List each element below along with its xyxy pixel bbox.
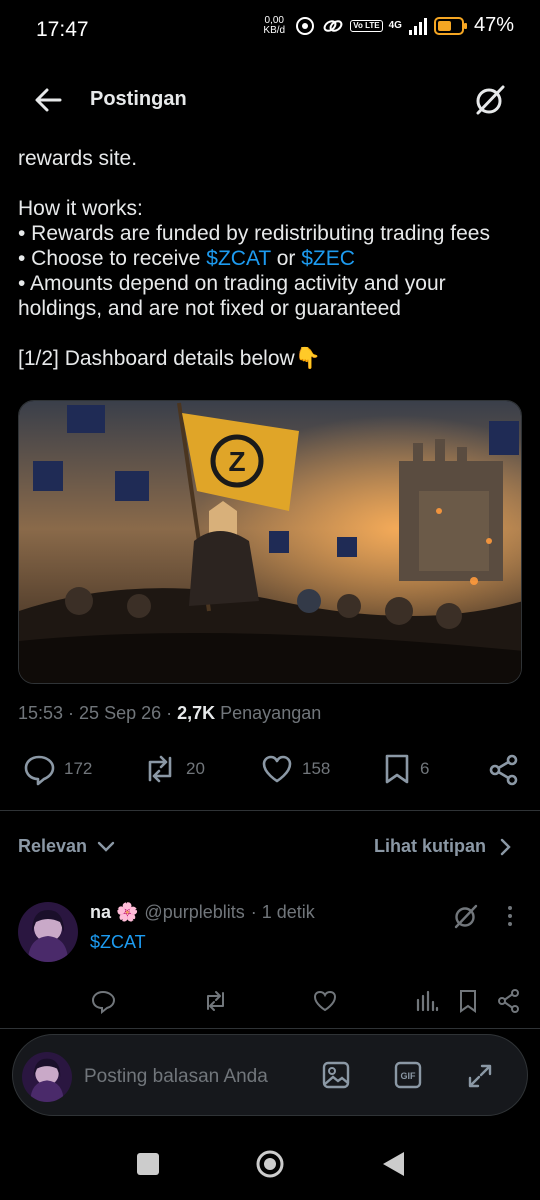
svg-text:GIF: GIF [401, 1071, 417, 1081]
view-quotes-label: Lihat kutipan [374, 836, 486, 856]
heart-icon [262, 755, 292, 783]
like-action[interactable]: 158 [260, 752, 330, 786]
nav-back-button[interactable] [380, 1150, 406, 1178]
battery-icon [433, 16, 467, 35]
battery-percent: 47% [473, 14, 514, 36]
reply-text[interactable]: $ZCAT [90, 932, 146, 953]
svg-text:Z: Z [228, 446, 245, 477]
grok-icon[interactable] [472, 82, 508, 118]
home-button[interactable] [255, 1149, 285, 1179]
repost-icon [148, 755, 172, 783]
net-speed: 0,00 KB/d [263, 14, 286, 36]
like-count: 158 [302, 759, 331, 778]
volte-badge: Vo LTE [350, 19, 383, 32]
status-icons: 0,00 KB/d Vo LTE 4G 47% [260, 14, 514, 37]
divider [0, 1028, 540, 1029]
post-meta: 15:53 · 25 Sep 26 · 2,7K Penayangan [18, 703, 322, 723]
link-icon [323, 19, 343, 32]
reply-count: 172 [64, 759, 93, 778]
image-icon[interactable] [321, 1060, 351, 1090]
sort-dropdown[interactable]: Relevan [18, 836, 115, 857]
back-arrow-icon[interactable] [30, 82, 66, 118]
reply-avatar[interactable] [18, 902, 78, 962]
signal-icon [408, 17, 427, 35]
hotspot-icon [296, 16, 315, 35]
reply-input[interactable]: Posting balasan Anda [84, 1066, 268, 1088]
status-time: 17:47 [36, 18, 89, 41]
reply-action[interactable]: 172 [22, 752, 92, 786]
cashtag-zcat-link[interactable]: $ZCAT [206, 247, 271, 270]
post-text: rewards site. How it works: • Rewards ar… [18, 147, 490, 370]
battle-illustration: Z [19, 401, 521, 683]
sort-label: Relevan [18, 836, 88, 856]
share-icon[interactable] [488, 754, 520, 786]
reply-views-icon[interactable] [414, 988, 440, 1014]
reply-author-name[interactable]: na 🌸 [90, 902, 138, 923]
reply-repost-icon[interactable] [202, 988, 228, 1014]
reply-time: · 1 detik [250, 902, 315, 922]
reply-header: na 🌸 @purpleblits · 1 detik [90, 902, 315, 923]
repost-action[interactable]: 20 [142, 752, 205, 786]
reply-handle[interactable]: @purpleblits [144, 902, 244, 923]
network-type: 4G [388, 20, 402, 31]
view-quotes-link[interactable]: Lihat kutipan [374, 836, 512, 857]
view-count: 2,7K [177, 703, 216, 723]
bookmark-count: 6 [420, 759, 430, 778]
reply-bookmark-icon[interactable] [455, 988, 481, 1014]
repost-count: 20 [186, 759, 205, 778]
chevron-right-icon [500, 838, 511, 855]
grok-icon[interactable] [452, 902, 480, 930]
reply-share-icon[interactable] [496, 988, 522, 1014]
recents-button[interactable] [137, 1153, 159, 1175]
my-avatar [22, 1052, 72, 1102]
bookmark-icon [385, 754, 409, 784]
post-image[interactable]: Z [18, 400, 522, 684]
expand-icon[interactable] [466, 1062, 494, 1090]
cashtag-zec-link[interactable]: $ZEC [301, 247, 355, 270]
reply-like-icon[interactable] [312, 988, 338, 1014]
divider [0, 810, 540, 811]
reply-reply-icon[interactable] [90, 988, 116, 1014]
gif-icon[interactable]: GIF [393, 1060, 423, 1090]
reply-icon [24, 755, 55, 786]
chevron-down-icon [97, 841, 115, 852]
bookmark-action[interactable]: 6 [382, 752, 429, 786]
page-title: Postingan [90, 88, 187, 110]
more-options-icon[interactable] [504, 904, 516, 928]
